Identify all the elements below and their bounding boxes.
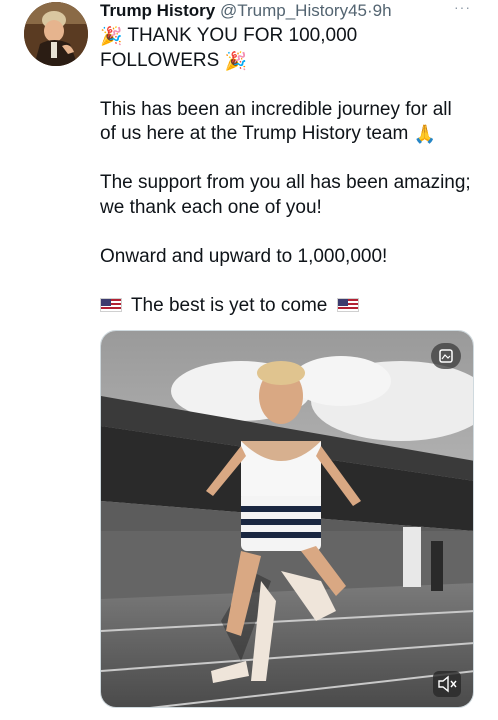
author-handle[interactable]: @Trump_History45 — [220, 1, 367, 20]
text-line-p2b: of us here at the Trump History team 🙏 — [100, 122, 480, 147]
avatar-image — [24, 2, 88, 66]
headline-text-2: FOLLOWERS — [100, 49, 220, 71]
headline-text-1: THANK YOU FOR 100,000 — [127, 25, 358, 46]
paragraph-2-line-2: of us here at the Trump History team — [100, 123, 409, 144]
paragraph-2-line-1: This has been an incredible journey for … — [100, 98, 452, 120]
tweet-timestamp[interactable]: 9h — [373, 1, 392, 20]
us-flag-icon — [336, 297, 359, 312]
us-flag-icon — [100, 297, 122, 312]
text-line-2: FOLLOWERS 🎉 — [100, 49, 480, 74]
tweet-header: Trump History @Trump_History45·9h — [100, 0, 480, 22]
more-options-icon[interactable]: ··· — [454, 0, 474, 16]
text-line-1: 🎉 THANK YOU FOR 100,000 — [100, 24, 480, 49]
paragraph-3-line-1: The support from you all has been amazin… — [100, 172, 471, 193]
tweet-text: 🎉 THANK YOU FOR 100,000 FOLLOWERS 🎉 This… — [100, 24, 480, 318]
party-popper-icon: 🎉 — [224, 50, 248, 71]
text-line-p5: The best is yet to come — [100, 294, 480, 319]
alt-media-icon[interactable] — [431, 343, 461, 369]
author-avatar[interactable] — [24, 2, 88, 66]
folded-hands-icon: 🙏 — [413, 124, 437, 144]
party-popper-icon: 🎉 — [100, 26, 123, 46]
author-name[interactable]: Trump History — [100, 1, 215, 20]
paragraph-3-line-2: we thank each one of you! — [100, 196, 322, 218]
media-image — [101, 331, 473, 707]
volume-mute-icon[interactable] — [433, 671, 461, 697]
tweet-media[interactable] — [100, 330, 474, 708]
paragraph-4: Onward and upward to 1,000,000! — [100, 245, 388, 267]
paragraph-5: The best is yet to come — [130, 294, 328, 316]
